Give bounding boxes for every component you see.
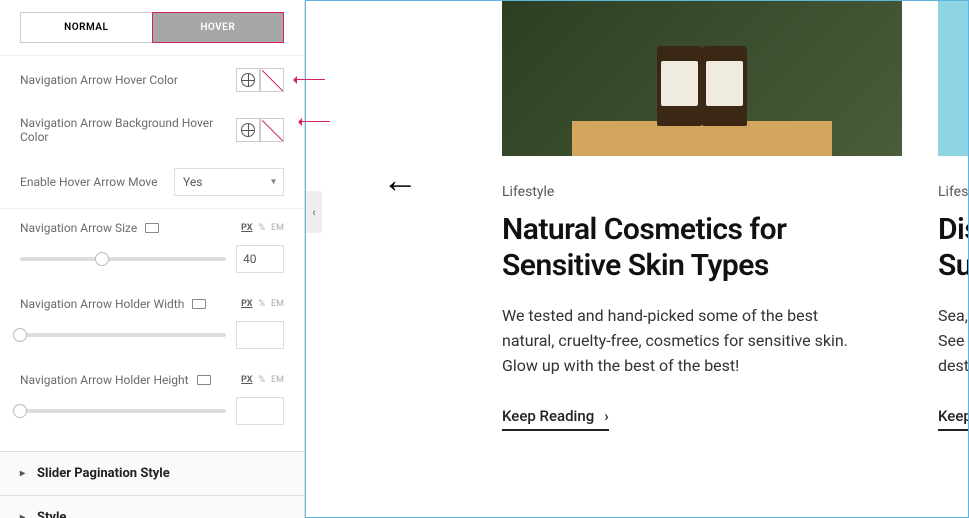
slider-thumb[interactable] (13, 328, 27, 342)
label-holder-width: Navigation Arrow Holder Width (20, 297, 206, 311)
input-arrow-size[interactable] (236, 245, 284, 273)
color-picker-button[interactable] (260, 118, 284, 142)
keep-reading-link[interactable]: Keep (938, 407, 969, 431)
accordion-label: Slider Pagination Style (37, 466, 170, 481)
card-description: We tested and hand-picked some of the be… (502, 304, 872, 378)
slider-thumb[interactable] (13, 404, 27, 418)
card-title: Natural Cosmetics for Sensitive Skin Typ… (502, 212, 872, 284)
unit-px[interactable]: PX (241, 223, 252, 233)
state-tabs: NORMAL HOVER (0, 0, 304, 56)
desktop-icon[interactable] (197, 375, 211, 385)
annotation-arrow (295, 79, 325, 80)
desktop-icon[interactable] (192, 299, 206, 309)
unit-pct[interactable]: % (258, 223, 265, 233)
label-arrow-bg-hover-color: Navigation Arrow Background Hover Color (20, 116, 236, 144)
tab-hover[interactable]: HOVER (152, 12, 285, 43)
color-picker-button[interactable] (260, 68, 284, 92)
input-holder-height[interactable] (236, 397, 284, 425)
label-enable-hover-move: Enable Hover Arrow Move (20, 175, 174, 189)
unit-pct[interactable]: % (258, 375, 265, 385)
caret-right-icon: ▸ (20, 468, 25, 479)
card-image (938, 0, 969, 156)
unit-pct[interactable]: % (258, 299, 265, 309)
panel-body: Navigation Arrow Hover Color Navigation … (0, 56, 304, 518)
preview-canvas: ‹ ← Lifestyle Natural Cosmetics for Sens… (305, 0, 969, 518)
row-enable-hover-move: Enable Hover Arrow Move Yes (0, 156, 304, 208)
label-arrow-size: Navigation Arrow Size (20, 221, 159, 235)
desktop-icon[interactable] (145, 223, 159, 233)
globe-icon (241, 123, 255, 137)
keep-reading-link[interactable]: Keep Reading› (502, 407, 609, 431)
globe-icon (241, 73, 255, 87)
slider-holder-width[interactable] (20, 333, 226, 337)
unit-em[interactable]: EM (271, 223, 284, 233)
annotation-arrow (300, 121, 330, 122)
unit-px[interactable]: PX (241, 375, 252, 385)
slider-prev-arrow[interactable]: ← (382, 159, 418, 201)
global-color-button[interactable] (236, 68, 260, 92)
accordion-label: Style (37, 510, 66, 518)
units-selector: PX % EM (241, 223, 284, 233)
card-title: Dis Sur (938, 212, 969, 284)
accordion-pagination[interactable]: ▸ Slider Pagination Style (0, 451, 304, 495)
card-description: Sea, See o desti (938, 304, 969, 378)
tab-normal[interactable]: NORMAL (20, 12, 152, 43)
unit-em[interactable]: EM (271, 299, 284, 309)
units-selector: PX % EM (241, 299, 284, 309)
row-holder-height: Navigation Arrow Holder Height PX % EM (0, 361, 304, 437)
row-arrow-hover-color: Navigation Arrow Hover Color (0, 56, 304, 104)
chevron-right-icon: › (604, 407, 609, 425)
slide-card-1: Lifestyle Natural Cosmetics for Sensitiv… (467, 0, 907, 431)
label-arrow-hover-color: Navigation Arrow Hover Color (20, 73, 236, 87)
slide-card-2: Lifest Dis Sur Sea, See o desti Keep (938, 0, 969, 431)
card-category: Lifest (938, 184, 969, 200)
color-controls (236, 118, 284, 142)
card-image (502, 0, 902, 156)
slider-holder-height[interactable] (20, 409, 226, 413)
unit-em[interactable]: EM (271, 375, 284, 385)
elementor-panel: NORMAL HOVER Navigation Arrow Hover Colo… (0, 0, 305, 518)
row-arrow-bg-hover-color: Navigation Arrow Background Hover Color (0, 104, 304, 156)
color-controls (236, 68, 284, 92)
accordion-style[interactable]: ▸ Style (0, 495, 304, 518)
caret-right-icon: ▸ (20, 512, 25, 518)
units-selector: PX % EM (241, 375, 284, 385)
slider-arrow-size[interactable] (20, 257, 226, 261)
row-arrow-size: Navigation Arrow Size PX % EM (0, 209, 304, 285)
select-enable-hover-move[interactable]: Yes (174, 168, 284, 196)
global-color-button[interactable] (236, 118, 260, 142)
unit-px[interactable]: PX (241, 299, 252, 309)
label-holder-height: Navigation Arrow Holder Height (20, 373, 211, 387)
row-holder-width: Navigation Arrow Holder Width PX % EM (0, 285, 304, 361)
input-holder-width[interactable] (236, 321, 284, 349)
card-category: Lifestyle (502, 184, 872, 200)
collapse-panel-button[interactable]: ‹ (306, 191, 322, 233)
slider-thumb[interactable] (95, 252, 109, 266)
select-wrap: Yes (174, 168, 284, 196)
